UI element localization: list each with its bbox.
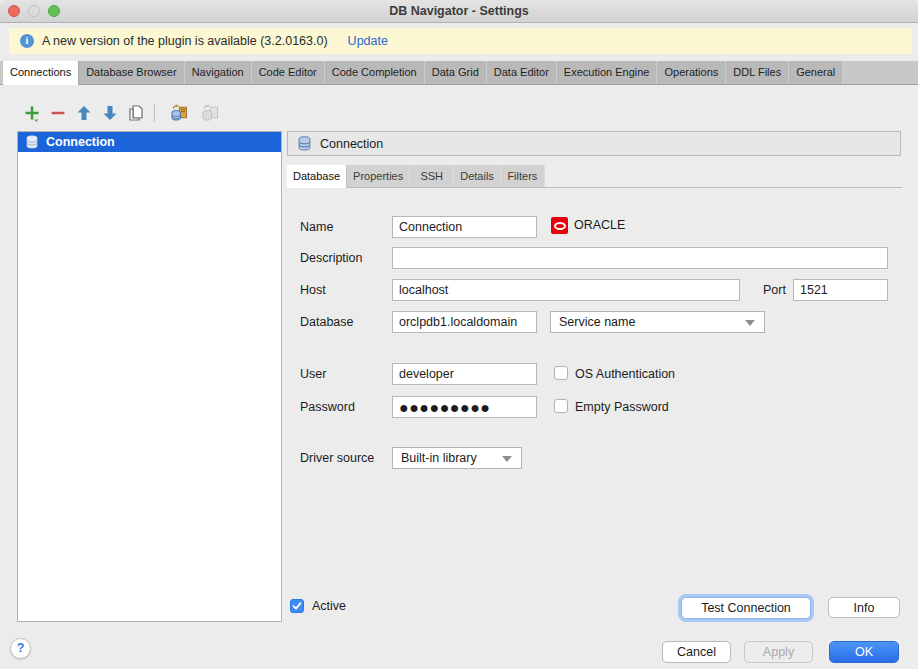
update-link[interactable]: Update [348, 34, 388, 48]
info-icon: i [20, 34, 34, 48]
chevron-down-icon [745, 320, 755, 326]
active-checkbox[interactable] [290, 599, 304, 613]
copy-connection-icon[interactable] [169, 103, 189, 123]
list-item-connection[interactable]: Connection [18, 132, 281, 152]
tab-database[interactable]: Database [287, 165, 347, 188]
host-label: Host [300, 279, 326, 301]
tab-general[interactable]: General [789, 61, 843, 84]
oracle-icon [551, 217, 568, 234]
detail-header-title: Connection [320, 137, 383, 151]
tab-execution-engine[interactable]: Execution Engine [557, 61, 658, 84]
description-input[interactable] [392, 247, 888, 269]
database-label: Database [300, 311, 354, 333]
move-down-icon[interactable] [100, 103, 120, 123]
name-label: Name [300, 216, 333, 238]
move-up-icon[interactable] [74, 103, 94, 123]
detail-header: Connection [287, 131, 901, 156]
database-id-type-value: Service name [559, 315, 635, 329]
detail-tabbar: Database Properties SSH Details Filters [287, 165, 902, 188]
driver-source-value: Built-in library [401, 451, 477, 465]
tab-code-completion[interactable]: Code Completion [325, 61, 425, 84]
host-input[interactable] [392, 279, 740, 301]
port-label: Port [763, 279, 786, 301]
connection-list: Connection [17, 131, 282, 622]
window-title: DB Navigator - Settings [0, 4, 918, 18]
tab-filters[interactable]: Filters [501, 165, 545, 187]
db-type-label: ORACLE [574, 217, 625, 234]
check-icon [292, 601, 302, 611]
info-button[interactable]: Info [828, 597, 900, 618]
settings-tabbar: Connections Database Browser Navigation … [0, 61, 918, 85]
tab-navigation[interactable]: Navigation [185, 61, 252, 84]
toolbar-separator [154, 104, 155, 122]
user-label: User [300, 363, 326, 385]
password-input[interactable] [392, 396, 537, 418]
empty-password-label: Empty Password [575, 399, 669, 415]
test-connection-button[interactable]: Test Connection [681, 597, 811, 619]
tab-ddl-files[interactable]: DDL Files [726, 61, 789, 84]
database-input[interactable] [392, 311, 537, 333]
ok-button[interactable]: OK [829, 641, 899, 663]
cancel-button[interactable]: Cancel [662, 641, 731, 663]
driver-source-label: Driver source [300, 447, 374, 469]
tab-details[interactable]: Details [454, 165, 501, 187]
tab-properties[interactable]: Properties [347, 165, 410, 187]
tab-data-grid[interactable]: Data Grid [425, 61, 487, 84]
chevron-down-icon [502, 456, 512, 462]
remove-connection-icon[interactable] [48, 103, 68, 123]
os-auth-label: OS Authentication [575, 366, 675, 382]
duplicate-icon[interactable] [126, 103, 146, 123]
driver-source-select[interactable]: Built-in library [392, 447, 522, 469]
add-connection-icon[interactable] [22, 103, 42, 123]
tab-connections[interactable]: Connections [3, 61, 79, 85]
window-titlebar: DB Navigator - Settings [0, 0, 918, 23]
apply-button[interactable]: Apply [744, 641, 813, 663]
empty-password-checkbox[interactable] [554, 399, 568, 413]
database-id-type-select[interactable]: Service name [550, 311, 765, 333]
database-icon [25, 135, 39, 149]
password-label: Password [300, 396, 355, 418]
os-auth-checkbox[interactable] [554, 366, 568, 380]
list-item-label: Connection [46, 135, 115, 149]
banner-text: A new version of the plugin is available… [42, 34, 328, 48]
connection-toolbar [22, 101, 226, 125]
database-icon [297, 136, 312, 151]
name-input[interactable] [392, 216, 537, 238]
update-banner: i A new version of the plugin is availab… [9, 28, 912, 54]
user-input[interactable] [392, 363, 537, 385]
help-button[interactable]: ? [10, 638, 31, 659]
description-label: Description [300, 247, 363, 269]
port-input[interactable] [793, 279, 888, 301]
tab-code-editor[interactable]: Code Editor [252, 61, 325, 84]
tab-data-editor[interactable]: Data Editor [487, 61, 557, 84]
tab-ssh[interactable]: SSH [410, 165, 454, 187]
tab-operations[interactable]: Operations [657, 61, 726, 84]
paste-connection-icon[interactable] [200, 103, 220, 123]
active-label: Active [312, 598, 346, 614]
tab-database-browser[interactable]: Database Browser [79, 61, 185, 84]
